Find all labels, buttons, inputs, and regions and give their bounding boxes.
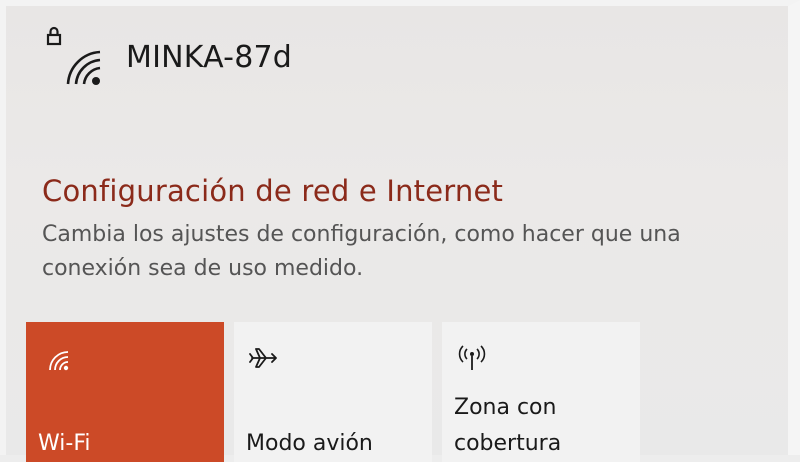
current-network-row[interactable]: MINKA-87d (42, 22, 292, 92)
tile-airplane-label: Modo avión (246, 431, 373, 456)
tile-hotspot-label: Zona con cobertura (454, 390, 561, 462)
network-flyout-panel: MINKA-87d Configuración de red e Interne… (0, 0, 800, 462)
wifi-lock-icon (42, 26, 104, 88)
tile-wifi[interactable]: Wi-Fi (26, 322, 224, 462)
description-line-1: Cambia los ajustes de configuración, com… (42, 222, 681, 247)
hotspot-icon (454, 340, 490, 376)
tile-hotspot-label-line-1: Zona con (454, 395, 557, 420)
tile-hotspot-label-line-2: cobertura (454, 431, 562, 456)
tile-mobile-hotspot[interactable]: Zona con cobertura (442, 322, 640, 462)
network-settings-title[interactable]: Configuración de red e Internet (42, 174, 782, 208)
tile-airplane-mode[interactable]: Modo avión (234, 322, 432, 462)
network-settings-link-block[interactable]: Configuración de red e Internet Cambia l… (42, 174, 782, 286)
tile-wifi-label: Wi-Fi (38, 431, 91, 456)
airplane-icon (246, 340, 282, 376)
network-name: MINKA-87d (126, 39, 293, 75)
network-settings-description: Cambia los ajustes de configuración, com… (42, 218, 782, 286)
wifi-icon (38, 340, 74, 376)
description-line-2: conexión sea de uso medido. (42, 256, 364, 281)
